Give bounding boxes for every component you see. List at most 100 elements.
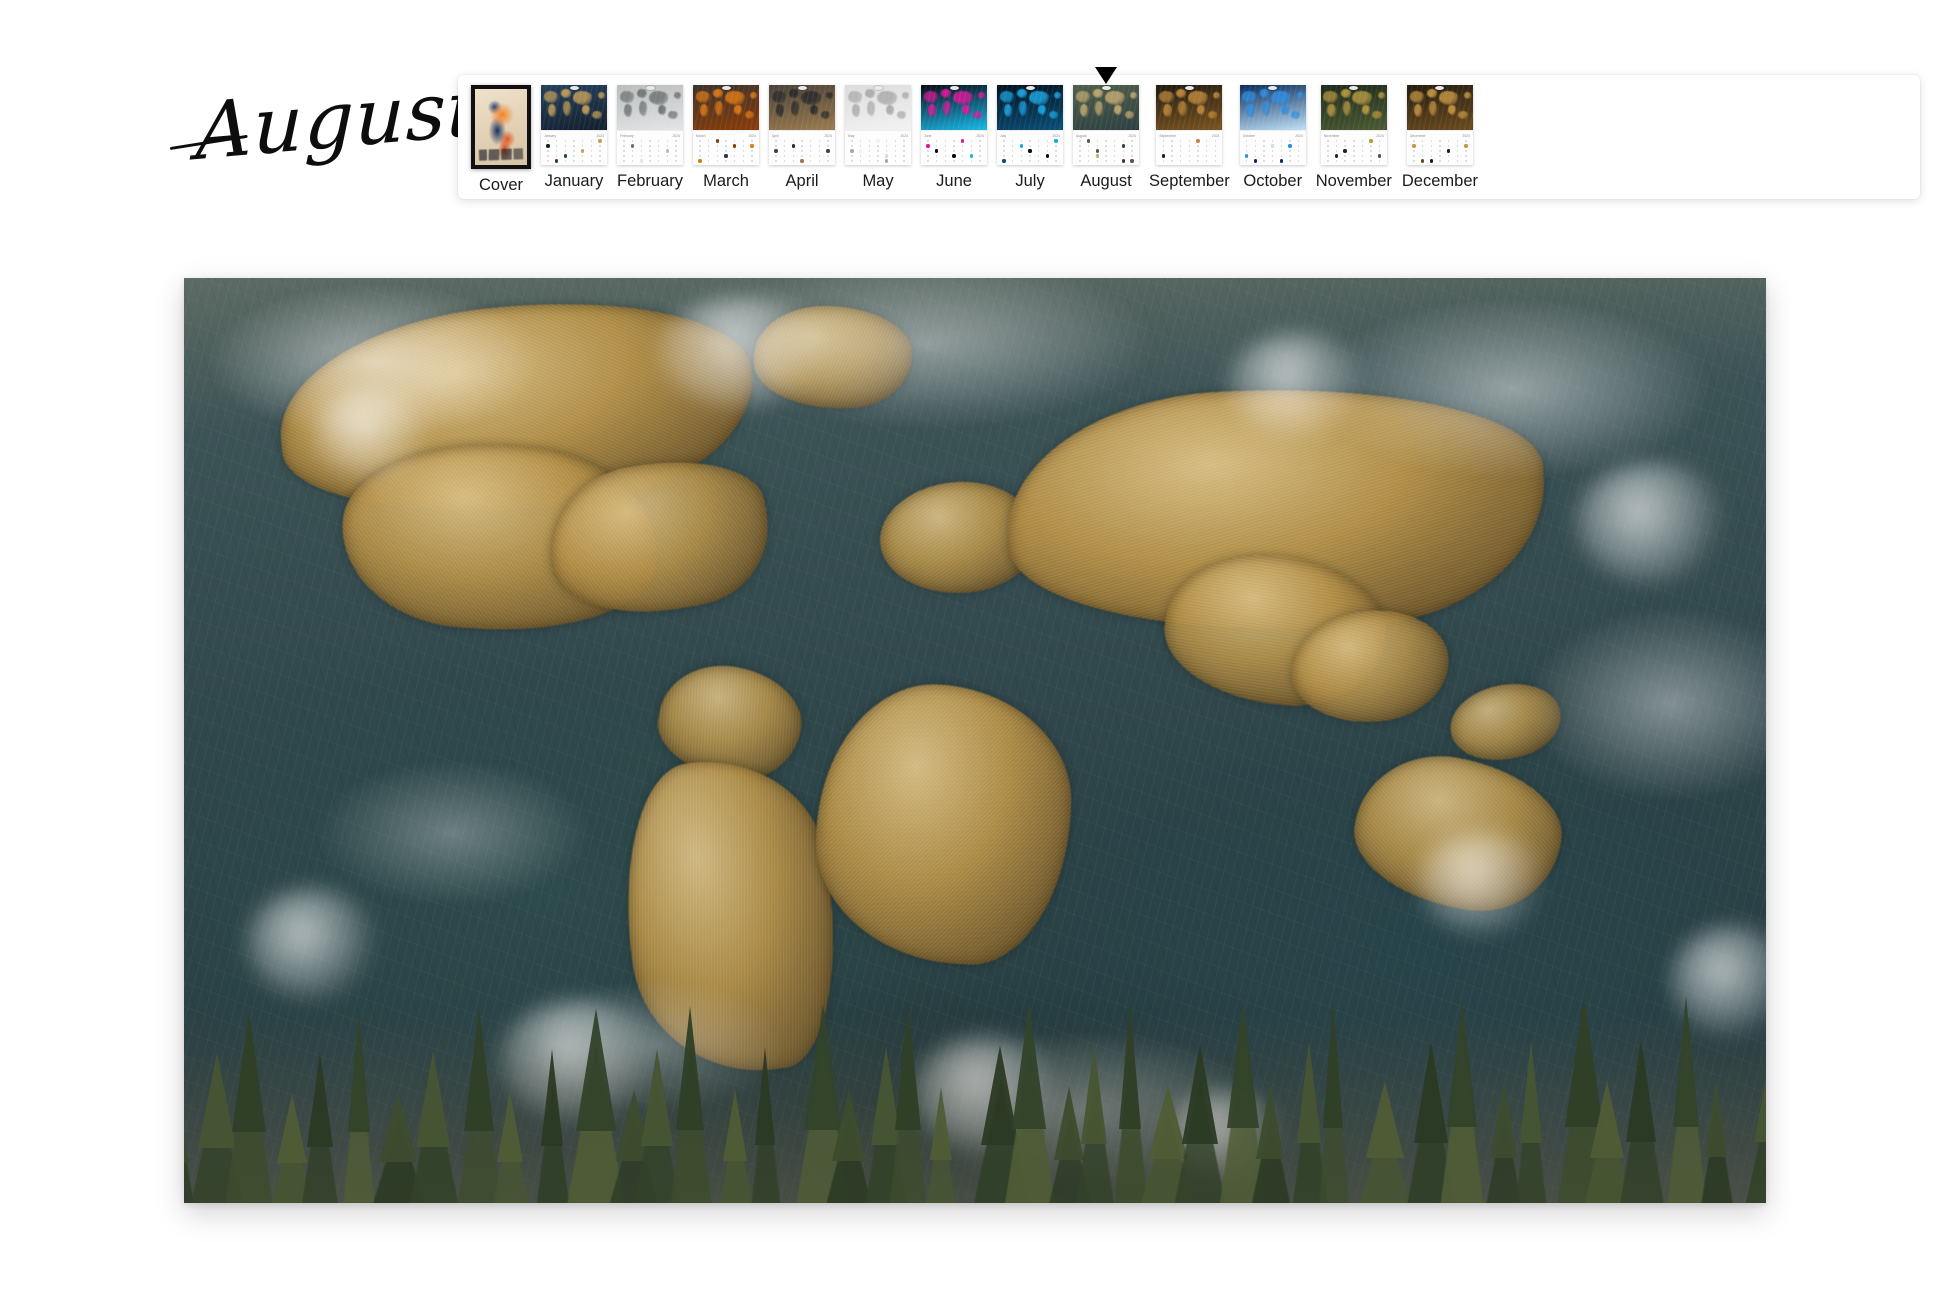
thumbnail-day-cell [1350, 154, 1358, 158]
thumbnail-month-name: October [1242, 133, 1255, 138]
thumbnail-month-grid: May 2024 [845, 129, 912, 165]
thumbnail-photo [921, 85, 988, 130]
thumbnail-day-cell [570, 154, 578, 158]
thumbnail-day-cell [857, 159, 865, 163]
thumbnail-day-cell [713, 144, 721, 148]
thumbnail-day-cell [748, 159, 756, 163]
thumbnail-day-cell [976, 159, 984, 163]
thumbnail-day-cell [891, 149, 899, 153]
thumbnail-day-cell [587, 139, 595, 143]
thumbnail-item-cover[interactable]: Cover [466, 85, 536, 195]
thumbnail-item-august[interactable]: August 2024 August [1068, 67, 1144, 191]
thumbnail-day-cell [655, 139, 663, 143]
thumbnail-day-cell [772, 154, 780, 158]
thumbnail-day-cell [1286, 154, 1294, 158]
thumbnail-item-october[interactable]: October 2024 October [1235, 85, 1311, 191]
thumbnail-day-cell [587, 159, 595, 163]
thumbnail-month-grid: June 2024 [921, 129, 988, 165]
thumbnail-day-cell [1111, 139, 1119, 143]
thumbnail-day-cell [1243, 144, 1251, 148]
thumbnail-day-cell [1203, 144, 1211, 148]
thumbnail-day-cell [941, 139, 949, 143]
thumbnail-day-cell [544, 144, 552, 149]
thumbnail-day-cell [629, 154, 637, 158]
thumbnail-day-cell [722, 154, 730, 159]
hero-cloud-puff [247, 888, 378, 999]
thumbnail-day-cell [1177, 149, 1185, 153]
thumbnail-day-cell [967, 139, 975, 143]
thumbnail-frame: December 2024 [1406, 85, 1473, 165]
thumbnail-photo [1320, 85, 1387, 130]
thumbnail-day-cell [1017, 154, 1025, 158]
thumbnail-label: July [1015, 172, 1045, 190]
calendar-hanger-hole [797, 86, 807, 90]
thumbnail-frame: June 2024 [921, 85, 988, 165]
thumbnail-item-january[interactable]: January 2024 January [536, 85, 612, 191]
thumbnail-label: November [1315, 172, 1392, 190]
thumbnail-day-cell [1052, 139, 1060, 144]
thumbnail-item-november[interactable]: November 2024 November [1311, 85, 1397, 191]
thumbnail-day-cell [1111, 154, 1119, 158]
thumbnail-day-cell [620, 144, 628, 148]
thumbnail-item-april[interactable]: April 2024 April [764, 85, 840, 191]
thumbnail-day-cell [713, 159, 721, 163]
thumbnail-day-cell [772, 159, 780, 163]
hero-cloud-puff [310, 389, 431, 479]
thumbnail-day-cell [1269, 154, 1277, 158]
thumbnail-world-map-texture [1073, 85, 1140, 130]
thumbnail-day-cell [1043, 139, 1051, 143]
thumbnail-item-july[interactable]: July 2024 July [992, 85, 1068, 191]
thumbnail-day-cell [561, 154, 569, 159]
thumbnail-day-cell [883, 144, 891, 148]
thumbnail-month-year: 2024 [1128, 133, 1137, 138]
thumbnail-day-cell [1376, 159, 1384, 163]
thumbnail-day-cell [1324, 154, 1332, 158]
thumbnail-day-cell [950, 149, 958, 153]
thumbnail-day-cell [713, 149, 721, 153]
thumbnail-day-cell [1324, 149, 1332, 153]
thumbnail-day-cell [646, 149, 654, 153]
thumbnail-month-name: February [620, 133, 634, 138]
thumbnail-day-cell [1119, 154, 1127, 158]
thumbnail-item-june[interactable]: June 2024 June [916, 85, 992, 191]
thumbnail-day-cell [655, 159, 663, 163]
thumbnail-item-december[interactable]: December 2024 December [1397, 85, 1483, 191]
thumbnail-day-cell [1035, 154, 1043, 158]
thumbnail-day-cell [696, 154, 704, 158]
thumbnail-day-cell [629, 139, 637, 143]
thumbnail-day-cell [1102, 154, 1110, 158]
thumbnail-day-cell [1000, 159, 1008, 164]
thumbnail-day-cell [1159, 144, 1167, 148]
thumbnail-item-february[interactable]: February 2024 February [612, 85, 688, 191]
thumbnail-day-cell [1211, 144, 1219, 148]
thumbnail-day-cell [748, 149, 756, 153]
thumbnail-day-cell [1194, 149, 1202, 153]
thumbnail-month-year: 2024 [748, 133, 757, 138]
thumbnail-world-map-texture [845, 85, 912, 130]
thumbnail-day-cell [748, 139, 756, 143]
hero-cloud-puff [1417, 833, 1548, 933]
thumbnail-month-name: July [1000, 133, 1007, 138]
thumbnail-day-cell [798, 154, 806, 158]
thumbnail-day-cell [891, 144, 899, 148]
hero-calendar-page-image[interactable] [184, 278, 1766, 1203]
thumbnail-day-cell [637, 139, 645, 143]
thumbnail-day-cell [1453, 149, 1461, 153]
thumbnail-day-cell [815, 159, 823, 163]
thumbnail-item-may[interactable]: May 2024 May [840, 85, 916, 191]
thumbnail-day-cell [672, 144, 680, 148]
thumbnail-day-cell [596, 139, 604, 144]
thumbnail-item-september[interactable]: September 2024 September [1144, 85, 1235, 191]
thumbnail-day-cell [1119, 139, 1127, 143]
thumbnail-day-cell [781, 149, 789, 153]
thumbnail-day-cell [1111, 144, 1119, 148]
thumbnail-day-cell [1000, 149, 1008, 153]
thumbnail-day-cell [1102, 144, 1110, 148]
thumbnail-month-year: 2024 [1462, 133, 1470, 138]
calendar-page-thumbnail-strip[interactable]: Cover January 2024 January February 2024 Febru… [458, 67, 1920, 199]
thumbnail-day-cell [637, 154, 645, 158]
thumbnail-day-cell [629, 159, 637, 163]
thumbnail-item-march[interactable]: March 2024 March [688, 85, 764, 191]
thumbnail-month-name: November [1323, 133, 1340, 138]
thumbnail-day-cell [815, 144, 823, 148]
